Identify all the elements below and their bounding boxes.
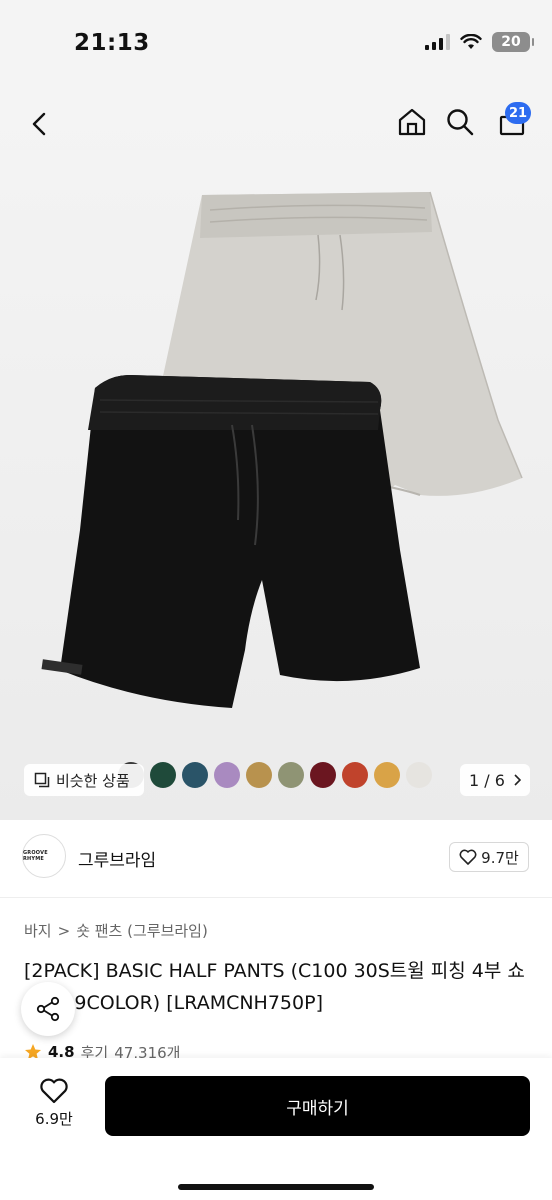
color-swatch[interactable] [182,762,208,788]
battery-icon: 20 [492,32,534,52]
product-image [41,191,523,708]
share-icon [36,996,60,1022]
brand-like-button[interactable]: 9.7만 [449,842,529,872]
wifi-icon [460,34,482,49]
wishlist-count: 6.9만 [35,1110,73,1128]
color-swatch[interactable] [310,762,336,788]
brand-like-count: 9.7만 [481,848,519,867]
color-swatch[interactable] [374,762,400,788]
status-time: 21:13 [74,30,150,56]
breadcrumb-category[interactable]: 바지 [24,920,52,941]
color-swatches [118,762,432,788]
color-swatch[interactable] [246,762,272,788]
battery-level: 20 [501,34,521,50]
status-bar: 21:13 20 [0,0,552,90]
back-button[interactable] [20,104,60,144]
color-swatch[interactable] [406,762,432,788]
home-button[interactable] [392,102,432,142]
heart-icon [459,849,477,865]
brand-logo[interactable]: GROOVE RHYME [22,834,66,878]
color-swatch[interactable] [342,762,368,788]
color-swatch[interactable] [278,762,304,788]
breadcrumb-separator: > [57,921,71,940]
home-icon [398,108,426,136]
home-indicator [178,1184,374,1190]
color-swatch[interactable] [150,762,176,788]
wishlist-button[interactable]: 6.9만 [22,1078,86,1142]
color-swatch[interactable] [214,762,240,788]
page-counter: 1 / 6 [469,770,505,790]
top-navigation [0,90,552,154]
brand-row[interactable]: GROOVE RHYME 그루브라임 9.7만 [0,820,552,898]
heart-icon [40,1078,68,1104]
back-icon [32,112,46,136]
similar-products-icon [34,772,50,788]
product-title: [2PACK] BASIC HALF PANTS (C100 30S트윌 피칭 … [24,960,525,1014]
chevron-right-icon [514,774,521,786]
cart-count-badge: 21 [505,102,531,124]
brand-name[interactable]: 그루브라임 [78,846,156,871]
similar-products-label: 비슷한 상품 [56,771,130,790]
status-icons: 20 [425,32,534,52]
image-page-indicator[interactable]: 1 / 6 [460,764,530,796]
similar-products-button[interactable]: 비슷한 상품 [24,764,144,796]
search-button[interactable] [440,102,480,142]
breadcrumb: 바지 > 숏 팬츠 (그루브라임) [24,920,208,941]
search-icon [447,109,474,136]
breadcrumb-subcategory[interactable]: 숏 팬츠 (그루브라임) [76,920,208,941]
share-button[interactable] [21,982,75,1036]
buy-button[interactable]: 구매하기 [105,1076,530,1136]
signal-icon [425,34,450,50]
bottom-action-bar: 6.9만 구매하기 [0,1058,552,1200]
